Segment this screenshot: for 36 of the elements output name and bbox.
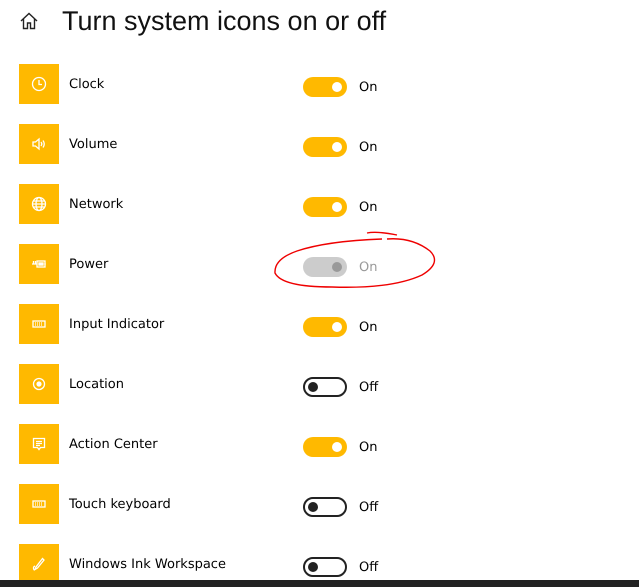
battery-plug-icon xyxy=(19,244,59,284)
toggle-switch[interactable] xyxy=(303,557,347,577)
page-title: Turn system icons on or off xyxy=(62,6,386,36)
message-icon xyxy=(19,424,59,464)
toggle-state-label: Off xyxy=(359,560,378,574)
toggle-state-label: On xyxy=(359,320,378,334)
clock-icon xyxy=(19,64,59,104)
keyboard-icon xyxy=(19,304,59,344)
setting-label: Windows Ink Workspace xyxy=(69,556,227,572)
setting-label: Location xyxy=(69,376,125,392)
setting-label: Volume xyxy=(69,136,118,152)
setting-label: Power xyxy=(69,256,110,272)
toggle-state-label: On xyxy=(359,260,378,274)
toggle-state-label: Off xyxy=(359,500,378,514)
toggle-state-label: On xyxy=(359,80,378,94)
toggle-state-label: On xyxy=(359,140,378,154)
globe-icon xyxy=(19,184,59,224)
speaker-icon xyxy=(19,124,59,164)
toggle-switch[interactable] xyxy=(303,317,347,337)
home-icon[interactable] xyxy=(19,11,39,31)
toggle-switch[interactable] xyxy=(303,197,347,217)
setting-label: Clock xyxy=(69,76,106,92)
toggle-switch[interactable] xyxy=(303,497,347,517)
toggle-state-label: On xyxy=(359,440,378,454)
setting-label: Network xyxy=(69,196,124,212)
toggle-switch[interactable] xyxy=(303,377,347,397)
setting-label: Touch keyboard xyxy=(69,496,172,512)
location-icon xyxy=(19,364,59,404)
toggle-switch[interactable] xyxy=(303,77,347,97)
toggle-switch[interactable] xyxy=(303,437,347,457)
toggle-state-label: Off xyxy=(359,380,378,394)
setting-label: Action Center xyxy=(69,436,159,452)
keyboard-icon xyxy=(19,484,59,524)
toggle-state-label: On xyxy=(359,200,378,214)
setting-label: Input Indicator xyxy=(69,316,166,332)
toggle-switch[interactable] xyxy=(303,137,347,157)
